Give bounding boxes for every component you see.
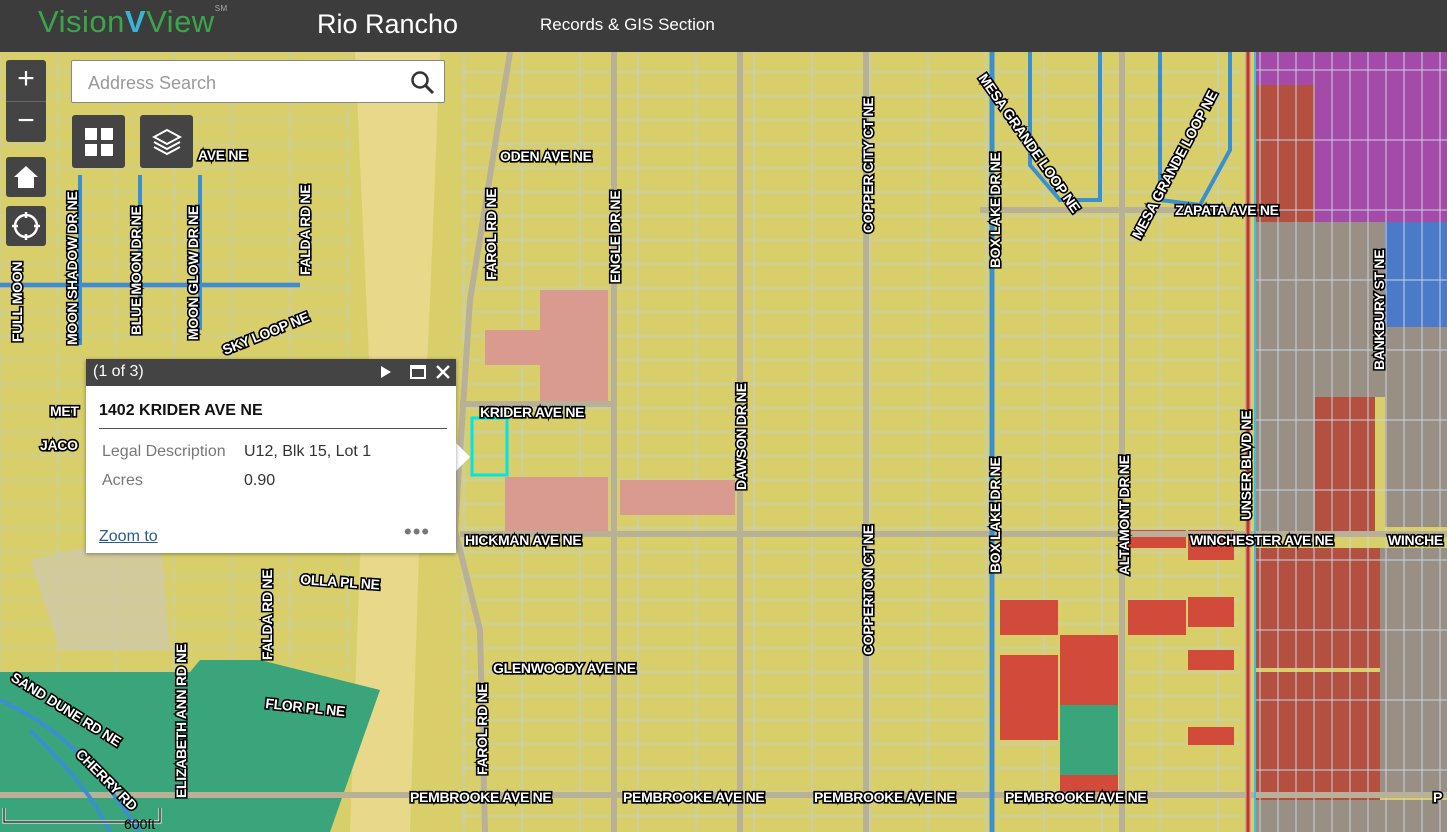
field-label-legal-description: Legal Description <box>102 443 226 460</box>
maximize-icon <box>410 365 426 379</box>
street-label: ALTAMONT DR NE <box>1116 455 1132 575</box>
street-label: PEMBROOKE AVE NE <box>1005 789 1146 805</box>
street-label: FAROL RD NE <box>474 684 490 775</box>
grid-icon <box>84 127 113 156</box>
section-title: Records & GIS Section <box>540 15 715 34</box>
basemap-gallery-button[interactable] <box>72 115 125 168</box>
street-label: FAROL RD NE <box>483 189 499 280</box>
popup-header: (1 of 3) <box>86 359 456 386</box>
street-label: P <box>1433 789 1442 805</box>
street-label: MET <box>50 403 79 419</box>
street-label: KRIDER AVE NE <box>480 404 584 420</box>
feature-popup: (1 of 3) 1402 KRIDER AVE NE Legal Descri… <box>86 359 456 553</box>
scale-label: 600ft <box>124 816 156 832</box>
popup-title: 1402 KRIDER AVE NE <box>99 402 263 419</box>
play-icon <box>381 366 391 378</box>
street-label: ZAPATA AVE NE <box>1175 202 1279 218</box>
street-label: FULL MOON <box>9 262 25 342</box>
street-label: PEMBROOKE AVE NE <box>410 789 551 805</box>
street-label: ENGLE DR NE <box>607 191 623 283</box>
street-label: AVE NE <box>198 147 247 163</box>
field-value-acres: 0.90 <box>244 472 276 489</box>
street-label: GLENWOODY AVE NE <box>493 660 636 676</box>
street-label: ODEN AVE NE <box>500 148 592 164</box>
address-search-input[interactable] <box>86 70 410 96</box>
home-button[interactable] <box>6 157 46 197</box>
more-actions-button[interactable]: ••• <box>404 521 430 543</box>
street-label: PEMBROOKE AVE NE <box>623 789 764 805</box>
street-label: WINCHESTER AVE NE <box>1190 532 1333 548</box>
street-label: WINCHE <box>1388 532 1443 548</box>
locate-icon <box>12 212 40 240</box>
close-icon <box>436 365 450 379</box>
address-search <box>71 60 445 103</box>
street-label: MOON GLOW DR NE <box>185 206 201 340</box>
locate-button[interactable] <box>6 206 46 246</box>
zoom-in-button[interactable]: + <box>6 60 46 101</box>
app-header: VisionVViewSM Rio Rancho Records & GIS S… <box>0 0 1447 52</box>
street-label: BOX LAKE DR NE <box>987 457 1003 573</box>
zoom-to-link[interactable]: Zoom to <box>99 528 158 546</box>
layers-icon <box>151 128 182 155</box>
street-label: UNSER BLVD NE <box>1238 411 1254 520</box>
maximize-button[interactable] <box>408 362 428 382</box>
street-label: JACO <box>40 437 78 453</box>
zoom-controls: + − <box>6 60 46 142</box>
street-label: PEMBROOKE AVE NE <box>814 789 955 805</box>
popup-count: (1 of 3) <box>93 363 144 380</box>
next-feature-button[interactable] <box>376 362 396 382</box>
street-label: FALDA RD NE <box>297 185 313 275</box>
street-label: COPPERTON CT NE <box>860 525 876 655</box>
city-title: Rio Rancho <box>317 9 459 39</box>
field-label-acres: Acres <box>102 472 143 489</box>
popup-pointer <box>456 443 470 471</box>
popup-divider <box>99 428 447 429</box>
field-value-legal-description: U12, Blk 15, Lot 1 <box>244 443 372 460</box>
street-label: COPPER CITY CT NE <box>860 98 876 233</box>
close-popup-button[interactable] <box>433 362 453 382</box>
layer-list-button[interactable] <box>140 115 193 168</box>
street-label: BOX LAKE DR NE <box>987 152 1003 268</box>
street-label: ELIZABETH ANN RD NE <box>173 644 189 798</box>
street-label: HICKMAN AVE NE <box>465 532 581 548</box>
street-label: BLUE MOON DR NE <box>128 206 144 335</box>
search-icon[interactable] <box>410 70 436 96</box>
vision-view-logo[interactable]: VisionVViewSM <box>38 4 228 40</box>
street-label: MOON SHADOW DR NE <box>64 191 80 345</box>
street-label: DAWSON DR NE <box>733 383 749 490</box>
home-icon <box>14 166 38 188</box>
street-label: BANKBURY ST NE <box>1371 250 1387 370</box>
zoom-out-button[interactable]: − <box>6 101 46 143</box>
street-label: FALDA RD NE <box>259 570 275 660</box>
